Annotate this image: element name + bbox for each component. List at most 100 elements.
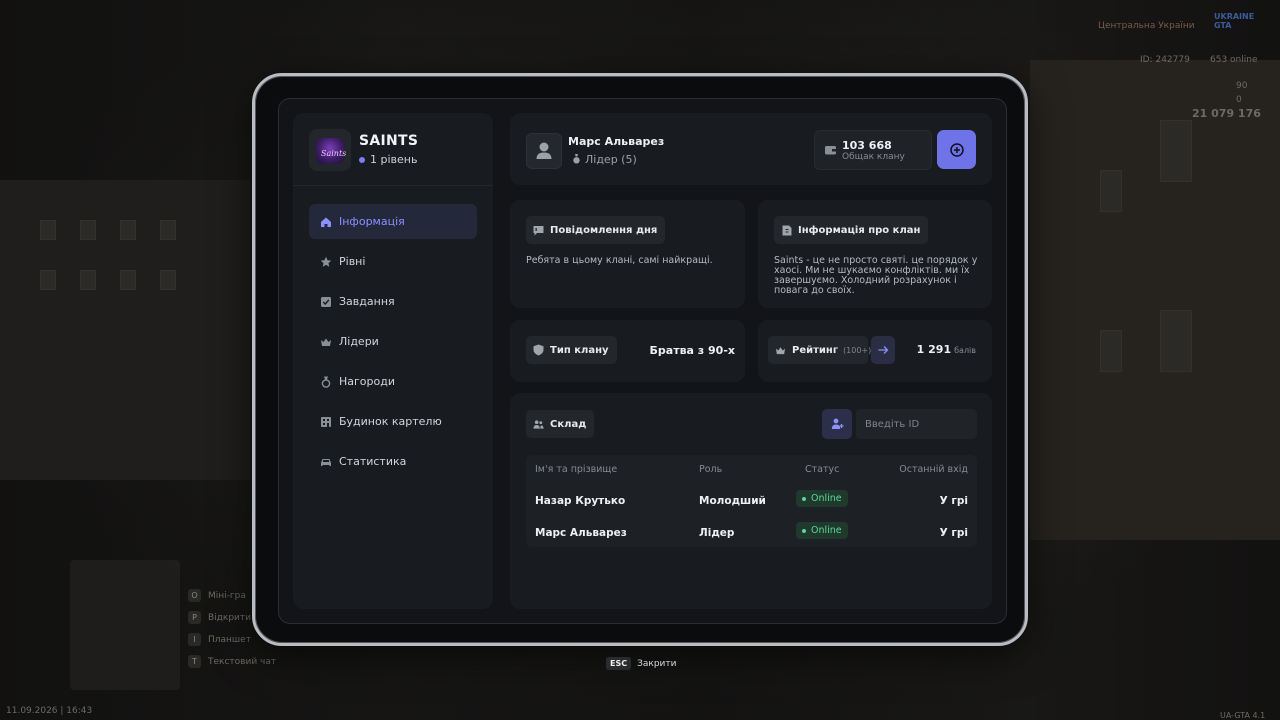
- user-role-label: Лідер (5): [585, 153, 637, 166]
- minimap: [70, 560, 180, 690]
- add-member-button[interactable]: [822, 409, 852, 439]
- background-window: [40, 270, 56, 290]
- clan-logo-text: Saints: [321, 149, 347, 158]
- message-of-day-chip: Повідомлення дня: [526, 216, 666, 244]
- online-dot-icon: [802, 528, 806, 533]
- clan-bank-label: Общак клану: [842, 152, 905, 162]
- hud-datetime: 11.09.2026 | 16:43: [6, 706, 93, 716]
- crown-icon: [320, 336, 332, 348]
- background-window: [1100, 330, 1122, 372]
- close-hint[interactable]: ESC Закрити: [606, 657, 676, 670]
- sidebar-item-statistics[interactable]: Статистика: [309, 444, 477, 479]
- sidebar-item-tasks[interactable]: Завдання: [309, 284, 477, 319]
- table-row[interactable]: Марс Альварез Лідер Online У грі: [526, 518, 977, 548]
- clan-info-panel: Інформація про клан Saints - це не прост…: [758, 200, 992, 308]
- column-header-status: Статус: [805, 464, 840, 475]
- hud-armor: 0: [1236, 95, 1242, 105]
- sidebar-item-leaders[interactable]: Лідери: [309, 324, 477, 359]
- hint-key: O: [188, 589, 201, 602]
- sidebar-item-info[interactable]: Інформація: [309, 204, 477, 239]
- member-id-input[interactable]: [856, 409, 977, 439]
- background-window: [1160, 310, 1192, 372]
- hud-region: Центральна України: [1098, 21, 1195, 31]
- document-icon: [781, 225, 792, 236]
- status-badge: Online: [796, 490, 848, 507]
- rating-score-value: 1 291: [916, 343, 952, 356]
- member-role: Молодший: [699, 495, 766, 507]
- clan-type-panel: Тип клану Братва з 90-х: [510, 320, 745, 382]
- member-name: Назар Крутько: [535, 495, 626, 507]
- member-last-login: У грі: [939, 495, 968, 507]
- rating-score: 1 291 балів: [917, 343, 976, 356]
- home-icon: [320, 216, 332, 228]
- hint-label: Міні-гра: [208, 591, 246, 601]
- sidebar-item-label: Завдання: [339, 295, 395, 308]
- hud-online: 653 online: [1210, 55, 1258, 65]
- sidebar-item-rewards[interactable]: Нагороди: [309, 364, 477, 399]
- sidebar-item-label: Нагороди: [339, 375, 395, 388]
- users-icon: [533, 419, 544, 430]
- sidebar-item-label: Будинок картелю: [339, 415, 442, 428]
- sidebar-item-levels[interactable]: Рівні: [309, 244, 477, 279]
- rating-open-button[interactable]: [871, 336, 895, 364]
- sidebar-item-label: Рівні: [339, 255, 366, 268]
- tablet-frame: Saints SAINTS 1 рівень Інформація Рівні: [252, 73, 1028, 646]
- member-last-login: У грі: [939, 527, 968, 539]
- hud-logo: UKRAINE GTA: [1214, 12, 1255, 30]
- wallet-icon: [825, 146, 836, 155]
- rating-score-unit: балів: [954, 346, 976, 355]
- deposit-button[interactable]: [937, 130, 976, 169]
- background-window: [40, 220, 56, 240]
- hud-money: 21 079 176: [1192, 107, 1261, 120]
- clan-name: SAINTS: [359, 133, 419, 149]
- clan-info-text: Saints - це не просто святі. це порядок …: [774, 255, 978, 296]
- building-icon: [320, 416, 332, 428]
- hint-key: P: [188, 611, 201, 624]
- online-dot-icon: [802, 496, 806, 501]
- checkbox-icon: [320, 296, 332, 308]
- add-user-icon: [831, 418, 843, 429]
- members-chip: Склад: [526, 410, 595, 438]
- sidebar-item-cartel-house[interactable]: Будинок картелю: [309, 404, 477, 439]
- members-table: Ім'я та прізвище Роль Статус Останній вх…: [526, 455, 977, 547]
- avatar: [526, 133, 562, 169]
- hint-label: Відкрити: [208, 613, 251, 623]
- user-role: Лідер (5): [572, 153, 637, 166]
- medal-icon: [573, 154, 580, 164]
- rating-panel: Рейтинг (100+) 1 291 балів: [758, 320, 992, 382]
- clan-info-chip: Інформація про клан: [774, 216, 929, 244]
- hint-label: Планшет: [208, 635, 251, 645]
- car-icon: [320, 456, 332, 468]
- hint-label: Текстовий чат: [208, 657, 277, 667]
- background-window: [120, 270, 136, 290]
- clan-header: Saints SAINTS 1 рівень: [309, 129, 493, 173]
- clan-type-value: Братва з 90-х: [649, 344, 735, 357]
- message-of-day-title: Повідомлення дня: [550, 224, 658, 236]
- message-icon: [533, 225, 544, 236]
- plus-circle-icon: [949, 142, 964, 157]
- clan-type-chip: Тип клану: [526, 336, 617, 364]
- clan-type-label: Тип клану: [550, 344, 609, 356]
- column-header-role: Роль: [699, 464, 723, 475]
- hud-health: 90: [1236, 81, 1248, 91]
- column-header-name: Ім'я та прізвище: [535, 464, 618, 475]
- background-window: [1100, 170, 1122, 212]
- rating-label: Рейтинг: [792, 344, 839, 356]
- background-window: [160, 270, 176, 290]
- sidebar-item-label: Лідери: [339, 335, 379, 348]
- status-label: Online: [811, 493, 842, 504]
- profile-header: Марс Альварез Лідер (5) 103 668 Общак кл…: [510, 113, 992, 185]
- hud-version: UA-GTA 4.1: [1220, 711, 1266, 720]
- shield-icon: [533, 344, 544, 356]
- hint-key: T: [188, 655, 201, 668]
- esc-key: ESC: [606, 657, 632, 670]
- sidebar: Saints SAINTS 1 рівень Інформація Рівні: [293, 113, 493, 609]
- member-role: Лідер: [699, 527, 735, 539]
- medal-icon: [320, 376, 332, 388]
- table-row[interactable]: Назар Крутько Молодший Online У грі: [526, 486, 977, 516]
- user-icon: [536, 142, 552, 159]
- arrow-right-icon: [878, 346, 888, 354]
- background-window: [80, 220, 96, 240]
- clan-bank-value: 103 668: [842, 139, 892, 152]
- message-of-day-panel: Повідомлення дня Ребята в цьому клані, с…: [510, 200, 745, 308]
